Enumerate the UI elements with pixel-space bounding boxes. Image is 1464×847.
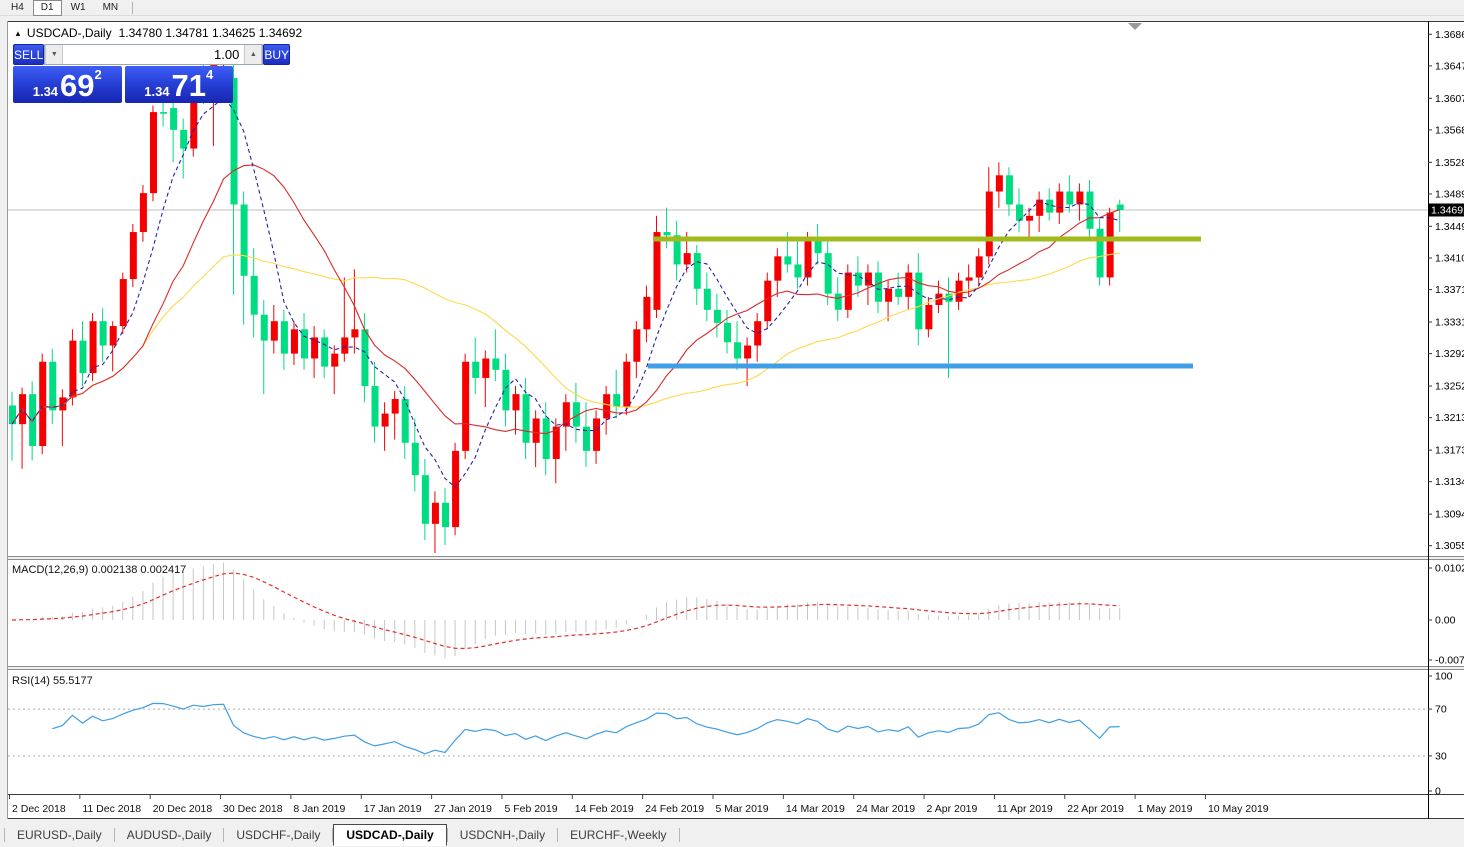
timeframe-button-mn[interactable]: MN (95, 0, 127, 16)
svg-text:24 Feb 2019: 24 Feb 2019 (645, 803, 704, 815)
rsi-indicator-label: RSI(14) 55.5177 (12, 675, 93, 687)
svg-text:2 Apr 2019: 2 Apr 2019 (927, 803, 978, 815)
svg-text:1.35680: 1.35680 (1435, 124, 1464, 136)
svg-text:1.32520: 1.32520 (1435, 381, 1464, 393)
tab-separator (679, 828, 680, 842)
svg-text:1.34490: 1.34490 (1435, 221, 1464, 233)
timeframe-button-d1[interactable]: D1 (33, 0, 62, 16)
svg-text:1.35280: 1.35280 (1435, 157, 1464, 169)
svg-text:24 Mar 2019: 24 Mar 2019 (856, 803, 915, 815)
macd-values: 0.002138 0.002417 (91, 564, 186, 576)
svg-text:27 Jan 2019: 27 Jan 2019 (434, 803, 492, 815)
svg-text:1.31340: 1.31340 (1435, 476, 1464, 488)
chart-title: ▲ USDCAD-,Daily 1.34780 1.34781 1.34625 1.… (14, 26, 302, 40)
svg-text:70: 70 (1435, 704, 1447, 716)
svg-text:17 Jan 2019: 17 Jan 2019 (364, 803, 422, 815)
collapse-panel-icon[interactable]: ▲ (14, 29, 22, 38)
chart-tab-usdcnh-daily[interactable]: USDCNH-,Daily (448, 825, 557, 845)
sell-button[interactable]: SELL (13, 44, 44, 65)
svg-text:1.34100: 1.34100 (1435, 252, 1464, 264)
buy-price-big: 71 (172, 71, 206, 100)
chart-ohlc-values: 1.34780 1.34781 1.34625 1.34692 (119, 26, 303, 40)
svg-text:8 Jan 2019: 8 Jan 2019 (293, 803, 345, 815)
chart-tab-eurchf-weekly[interactable]: EURCHF-,Weekly (558, 825, 678, 845)
svg-text:20 Dec 2018: 20 Dec 2018 (153, 803, 213, 815)
volume-input[interactable] (63, 45, 244, 64)
svg-text:1.30940: 1.30940 (1435, 509, 1464, 521)
timeframe-button-h4[interactable]: H4 (3, 0, 32, 16)
svg-text:5 Feb 2019: 5 Feb 2019 (504, 803, 557, 815)
svg-text:-0.007477: -0.007477 (1435, 655, 1464, 667)
rsi-name: RSI(14) (12, 675, 50, 687)
sell-price-sup: 2 (95, 68, 102, 81)
chart-tab-usdchf-daily[interactable]: USDCHF-,Daily (224, 825, 332, 845)
macd-name: MACD(12,26,9) (12, 564, 88, 576)
svg-text:1.32130: 1.32130 (1435, 412, 1464, 424)
svg-text:1.33310: 1.33310 (1435, 317, 1464, 329)
svg-text:0.010229: 0.010229 (1435, 563, 1464, 575)
svg-text:1.33710: 1.33710 (1435, 284, 1464, 296)
svg-text:1.31730: 1.31730 (1435, 445, 1464, 457)
svg-text:14 Feb 2019: 14 Feb 2019 (575, 803, 634, 815)
svg-text:100: 100 (1435, 671, 1453, 683)
buy-button[interactable]: BUY (263, 44, 290, 65)
symbol-tab-bar: EURUSD-,DailyAUDUSD-,DailyUSDCHF-,DailyU… (0, 822, 1464, 847)
svg-text:1.34890: 1.34890 (1435, 188, 1464, 200)
chart-tab-eurusd-daily[interactable]: EURUSD-,Daily (5, 825, 114, 845)
buy-price-box[interactable]: 1.34 71 4 (125, 66, 234, 103)
svg-text:0: 0 (1435, 786, 1441, 798)
svg-text:22 Apr 2019: 22 Apr 2019 (1067, 803, 1124, 815)
volume-down-button[interactable]: ▼ (45, 45, 63, 64)
rsi-value: 55.5177 (53, 675, 93, 687)
chart-symbol-period: USDCAD-,Daily (27, 26, 112, 40)
timeframe-button-w1[interactable]: W1 (63, 0, 94, 16)
macd-indicator-label: MACD(12,26,9) 0.002138 0.002417 (12, 564, 186, 576)
svg-text:30: 30 (1435, 750, 1447, 762)
chart-tab-audusd-daily[interactable]: AUDUSD-,Daily (115, 825, 224, 845)
sell-price-box[interactable]: 1.34 69 2 (13, 66, 122, 103)
svg-text:14 Mar 2019: 14 Mar 2019 (786, 803, 845, 815)
sell-price-big: 69 (60, 71, 94, 100)
svg-text:5 Mar 2019: 5 Mar 2019 (716, 803, 769, 815)
one-click-trade-panel: SELL ▼ ▲ BUY 1.34 69 2 1.34 71 4 (13, 44, 233, 103)
buy-price-sup: 4 (206, 68, 213, 81)
svg-text:1.32920: 1.32920 (1435, 348, 1464, 360)
chart-tab-usdcad-daily[interactable]: USDCAD-,Daily (333, 824, 446, 846)
svg-text:1.30550: 1.30550 (1435, 540, 1464, 552)
svg-text:2 Dec 2018: 2 Dec 2018 (12, 803, 66, 815)
chart-canvas[interactable]: 1.368601.364701.360701.356801.352801.348… (0, 0, 1464, 822)
toolbar-separator (132, 2, 133, 14)
svg-text:11 Apr 2019: 11 Apr 2019 (997, 803, 1053, 815)
sell-price-prefix: 1.34 (33, 84, 58, 100)
svg-text:1.36070: 1.36070 (1435, 93, 1464, 105)
terminal-window: H4D1W1MN 1.36860 1.36470 1.36070 1.35680 1.3… (0, 0, 1464, 847)
svg-text:1.34692: 1.34692 (1431, 205, 1464, 217)
svg-text:1 May 2019: 1 May 2019 (1138, 803, 1193, 815)
svg-text:11 Dec 2018: 11 Dec 2018 (82, 803, 141, 815)
volume-up-button[interactable]: ▲ (244, 45, 262, 64)
chevron-up-icon: ▲ (250, 51, 257, 58)
buy-price-prefix: 1.34 (144, 84, 169, 100)
svg-text:0.00: 0.00 (1435, 615, 1456, 627)
timeframe-toolbar: H4D1W1MN (0, 0, 1464, 16)
svg-text:1.36470: 1.36470 (1435, 60, 1464, 72)
chevron-down-icon: ▼ (51, 51, 58, 58)
svg-text:1.36860: 1.36860 (1435, 29, 1464, 41)
svg-text:10 May 2019: 10 May 2019 (1208, 803, 1269, 815)
volume-stepper: ▼ ▲ (44, 44, 263, 65)
svg-text:30 Dec 2018: 30 Dec 2018 (223, 803, 283, 815)
